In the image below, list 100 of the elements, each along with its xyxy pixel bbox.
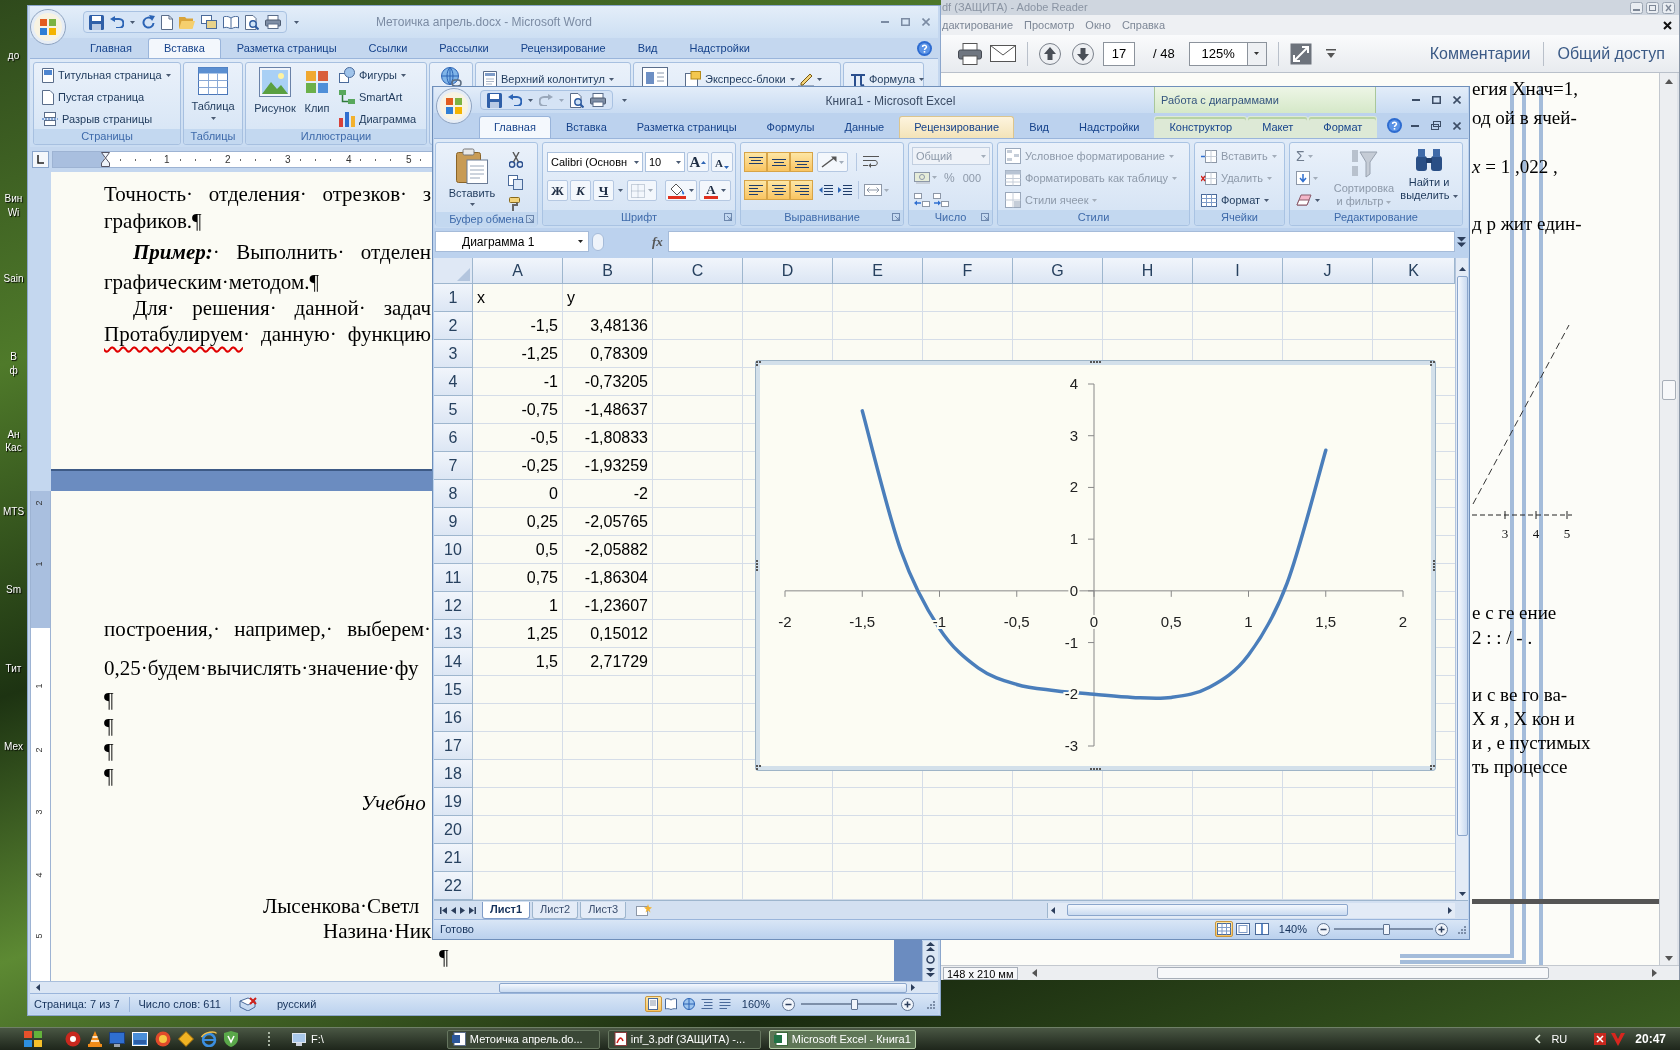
align-center-button[interactable]: [767, 180, 790, 200]
row-header[interactable]: 16: [434, 704, 473, 732]
two-windows-icon[interactable]: [201, 15, 217, 29]
insert-sheet-icon[interactable]: [636, 904, 653, 916]
zoom-slider[interactable]: [1334, 922, 1433, 936]
x-square-icon[interactable]: [1593, 1032, 1608, 1046]
tab[interactable]: Рассылки: [423, 38, 505, 58]
resize-handle-icon[interactable]: [1430, 361, 1435, 366]
vertical-scrollbar[interactable]: [1455, 258, 1468, 900]
windows-logo-icon[interactable]: [24, 1031, 42, 1047]
row-header[interactable]: 6: [434, 424, 473, 452]
last-sheet-icon[interactable]: [469, 906, 476, 914]
row-header[interactable]: 4: [434, 368, 473, 396]
insert-function-button[interactable]: fx: [652, 231, 663, 252]
tab[interactable]: Вставка: [550, 116, 622, 138]
scrollbar-thumb[interactable]: [1661, 380, 1676, 400]
column-header[interactable]: H: [1103, 258, 1193, 284]
row-header[interactable]: 17: [434, 732, 473, 760]
scrollbar-thumb[interactable]: [1456, 276, 1468, 836]
find-select-button[interactable]: Найти и выделить: [1400, 143, 1458, 210]
zoom-out-icon[interactable]: [782, 997, 795, 1011]
tab[interactable]: Рецензирование: [504, 38, 622, 58]
paste-button[interactable]: Вставить: [446, 143, 498, 212]
slider-thumb[interactable]: [1383, 923, 1391, 935]
book-icon[interactable]: [223, 15, 239, 29]
underline-button[interactable]: Ч: [593, 180, 614, 201]
language-indicator[interactable]: RU: [1551, 1030, 1568, 1048]
row-header[interactable]: 10: [434, 536, 473, 564]
resize-handle-icon[interactable]: [756, 361, 761, 366]
horizontal-scrollbar[interactable]: [1047, 902, 1455, 918]
ball-icon[interactable]: [155, 1031, 171, 1047]
help-icon[interactable]: [917, 40, 932, 56]
decrease-decimal-icon[interactable]: [933, 192, 949, 207]
scroll-up-icon[interactable]: [1458, 267, 1466, 271]
tab[interactable]: Вид: [621, 38, 674, 58]
align-top-button[interactable]: [744, 152, 767, 172]
first-sheet-icon[interactable]: [440, 906, 447, 914]
toolbar-options-icon[interactable]: [1325, 49, 1336, 58]
tab[interactable]: Конструктор: [1154, 116, 1248, 138]
fill-color-button[interactable]: [665, 180, 697, 201]
save-icon[interactable]: [487, 92, 502, 108]
align-right-button[interactable]: [790, 180, 813, 200]
resize-handle-icon[interactable]: [1090, 768, 1101, 770]
print-preview-icon[interactable]: [245, 14, 259, 30]
expand-icon[interactable]: [1457, 235, 1466, 248]
zoom-out-icon[interactable]: [1317, 922, 1330, 936]
print-preview-icon[interactable]: [570, 92, 584, 108]
dialog-launcher-icon[interactable]: [892, 213, 900, 221]
column-header[interactable]: C: [653, 258, 743, 284]
italic-button[interactable]: К: [570, 180, 591, 201]
print-icon[interactable]: [265, 15, 281, 29]
zoom-level[interactable]: 140%: [1278, 920, 1307, 938]
previous-page-icon[interactable]: [926, 942, 935, 951]
autosum-button[interactable]: Σ: [1294, 146, 1328, 166]
row-header[interactable]: 7: [434, 452, 473, 480]
taskbar-button[interactable]: Microsoft Excel - Книга1: [768, 1029, 916, 1049]
page-break-button[interactable]: Разрыв страницы: [39, 109, 180, 129]
column-header[interactable]: D: [743, 258, 833, 284]
tab[interactable]: Ссылки: [352, 38, 424, 58]
row-header[interactable]: 1: [434, 284, 473, 312]
comments-button[interactable]: Комментарии: [1429, 41, 1531, 66]
print-icon[interactable]: [958, 42, 982, 65]
scroll-right-icon[interactable]: [1448, 906, 1452, 914]
next-sheet-icon[interactable]: [460, 906, 465, 914]
slider-thumb[interactable]: [850, 998, 858, 1010]
grow-font-button[interactable]: A: [687, 152, 709, 172]
scroll-left-icon[interactable]: [1051, 906, 1055, 914]
resize-handle-icon[interactable]: [756, 560, 758, 571]
column-header[interactable]: E: [833, 258, 923, 284]
new-document-icon[interactable]: [161, 14, 173, 30]
view-button[interactable]: [1233, 921, 1252, 937]
formula-field[interactable]: [667, 231, 1455, 252]
dialog-launcher-icon[interactable]: [526, 215, 534, 223]
tab[interactable]: Главная: [479, 116, 551, 138]
scissors-icon[interactable]: [508, 152, 523, 168]
decrease-indent-icon[interactable]: [819, 184, 833, 196]
print-icon[interactable]: [590, 93, 606, 107]
align-left-button[interactable]: [744, 180, 767, 200]
zoom-in-icon[interactable]: [901, 997, 914, 1011]
scroll-left-icon[interactable]: [36, 984, 40, 991]
view-button[interactable]: [1252, 921, 1271, 937]
save-icon[interactable]: [89, 14, 104, 30]
fit-page-icon[interactable]: [1289, 42, 1312, 65]
row-header[interactable]: 12: [434, 592, 473, 620]
diamond-icon[interactable]: [178, 1031, 194, 1047]
name-box[interactable]: Диаграмма 1: [435, 231, 589, 252]
view-button[interactable]: [1214, 921, 1233, 937]
share-button[interactable]: Общий доступ: [1557, 41, 1665, 66]
sheet-tab[interactable]: Лист1: [482, 901, 531, 919]
tab[interactable]: Вид: [1014, 116, 1065, 138]
view-button[interactable]: [680, 996, 698, 1012]
shield-icon[interactable]: [224, 1031, 238, 1047]
scroll-down-icon[interactable]: [1458, 892, 1466, 896]
paint-roller-icon[interactable]: [508, 197, 523, 212]
row-header[interactable]: 20: [434, 816, 473, 844]
zoom-slider[interactable]: [801, 997, 897, 1011]
tab[interactable]: Вставка: [147, 38, 221, 58]
text-box-icon[interactable]: [642, 67, 668, 89]
minimize-icon[interactable]: [1411, 124, 1419, 127]
email-icon[interactable]: [990, 45, 1016, 62]
